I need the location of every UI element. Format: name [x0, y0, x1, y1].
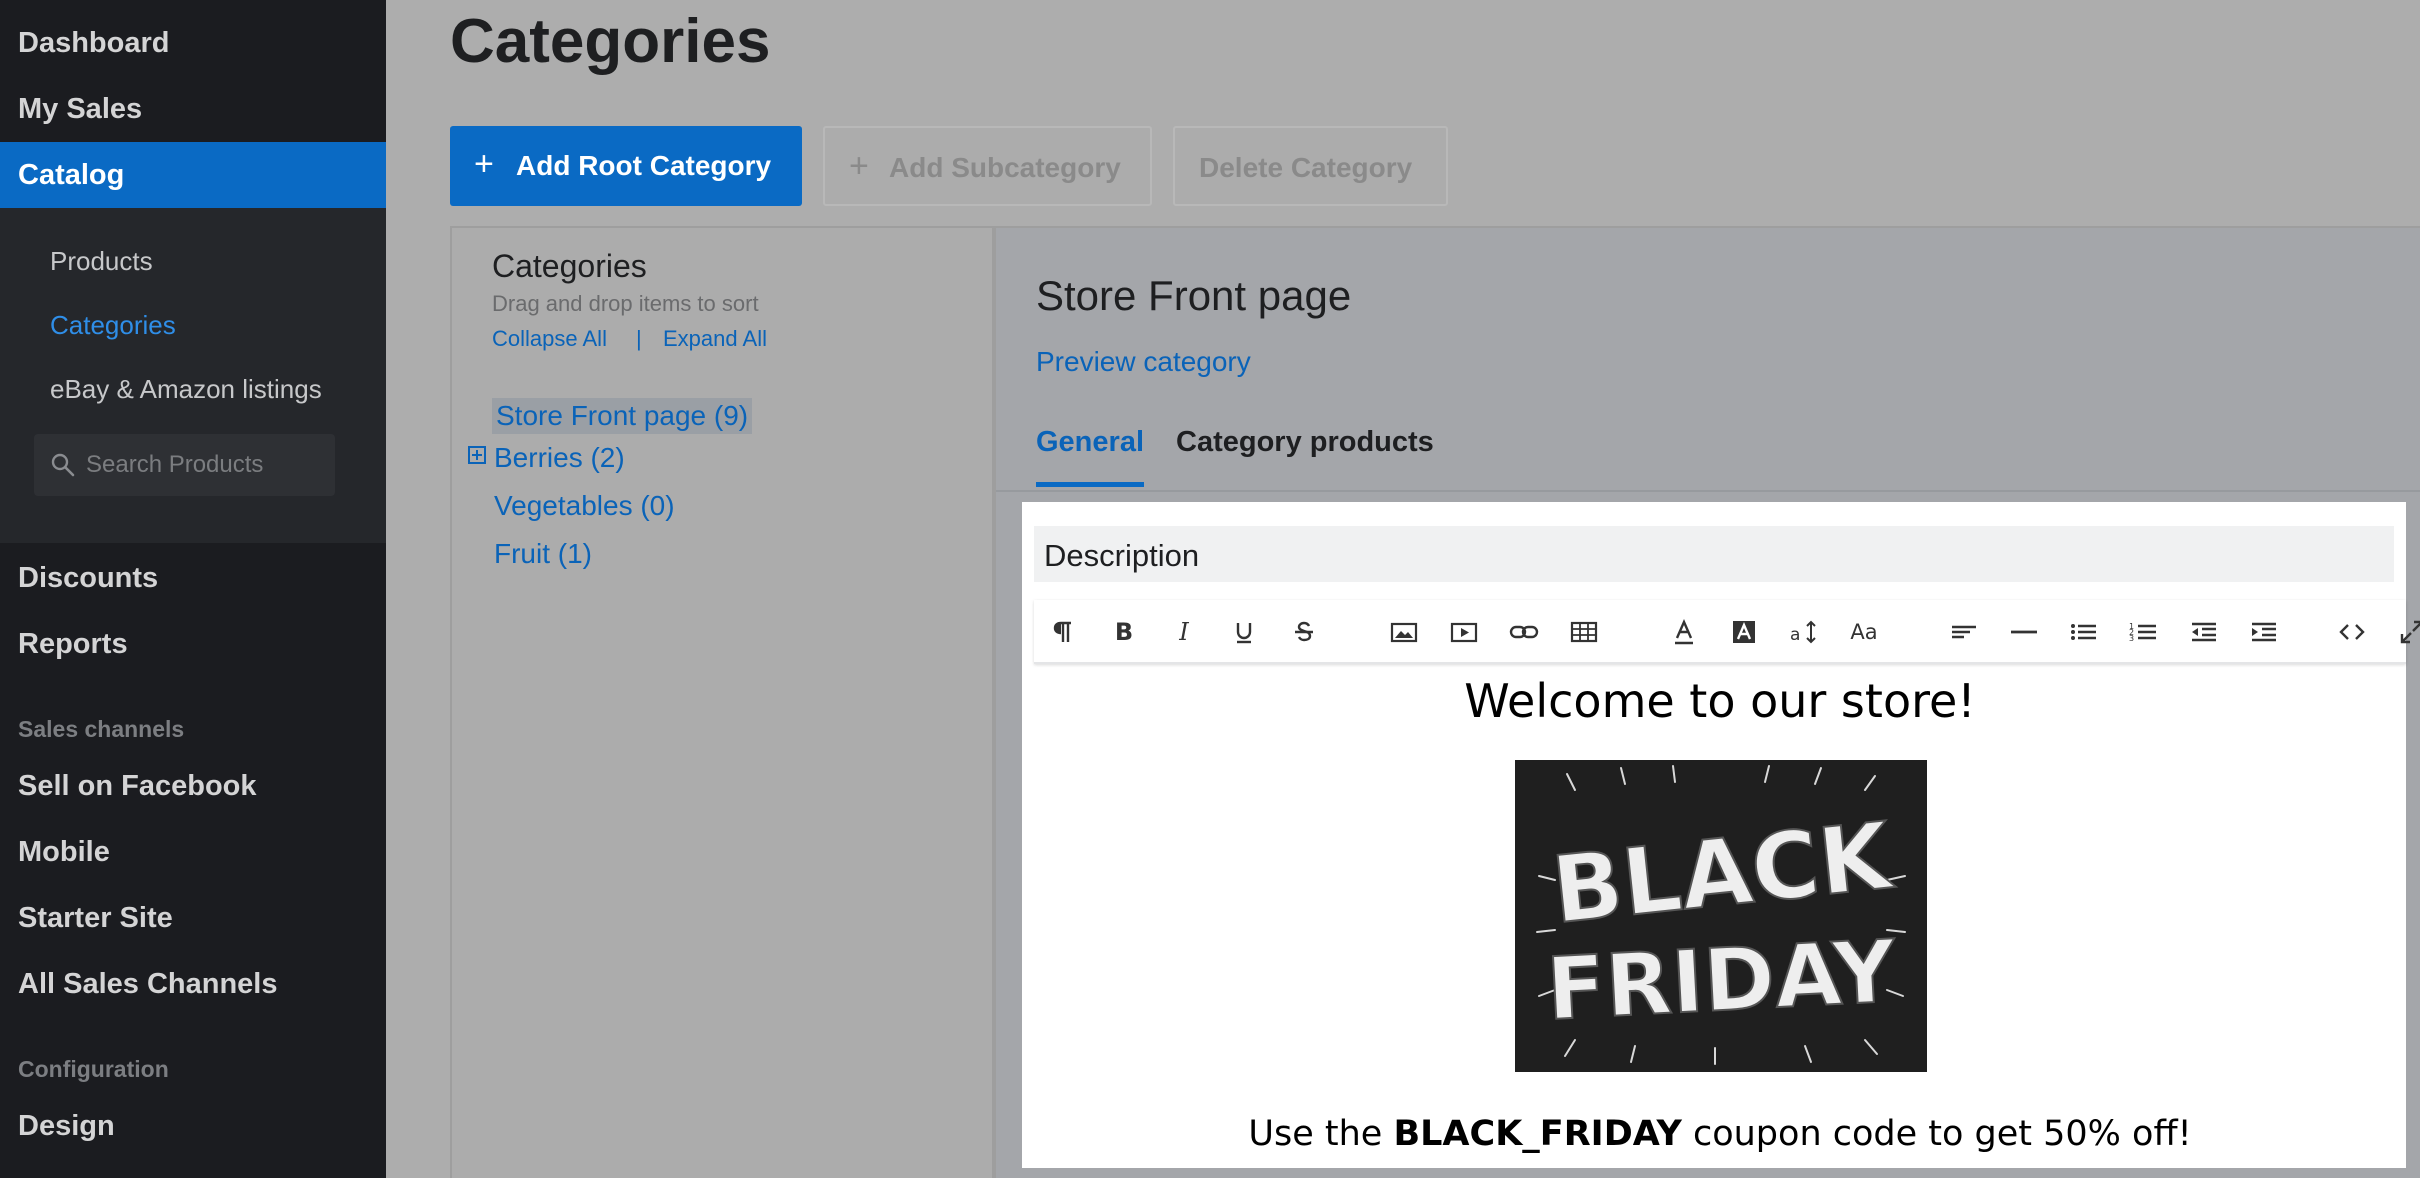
nav-sell-on-facebook[interactable]: Sell on Facebook [18, 770, 257, 803]
categories-panel: Categories Drag and drop items to sort C… [450, 226, 994, 1178]
nav-mobile[interactable]: Mobile [18, 836, 110, 869]
link-separator: | [636, 326, 642, 351]
nav-design[interactable]: Design [18, 1110, 115, 1143]
tree-item-berries[interactable]: Berries (2) [494, 442, 625, 474]
add-root-category-label: Add Root Category [516, 150, 772, 181]
nav-products[interactable]: Products [50, 246, 153, 277]
expand-all-link[interactable]: Expand All [663, 326, 767, 352]
image-icon[interactable] [1388, 616, 1420, 648]
nav-catalog-label: Catalog [18, 159, 125, 191]
link-icon[interactable] [1508, 616, 1540, 648]
bold-icon[interactable]: B [1108, 616, 1140, 648]
numbered-list-icon[interactable]: 123 [2128, 616, 2160, 648]
categories-hint: Drag and drop items to sort [492, 291, 759, 316]
coupon-prefix: Use the [1248, 1114, 1394, 1154]
coupon-code: BLACK_FRIDAY [1393, 1114, 1682, 1154]
svg-text:a: a [1790, 625, 1800, 645]
nav-discounts[interactable]: Discounts [18, 562, 158, 595]
align-icon[interactable] [1948, 616, 1980, 648]
preview-category-link[interactable]: Preview category [1036, 346, 1251, 378]
editor-toolbar: B I a Aa 123 [1034, 600, 2420, 664]
delete-category-button[interactable]: Delete Category [1173, 126, 1448, 206]
image-text-friday: FRIDAY [1544, 922, 1899, 1040]
table-icon[interactable] [1568, 616, 1600, 648]
add-subcategory-button[interactable]: + Add Subcategory [823, 126, 1152, 206]
sidebar: Dashboard My Sales Catalog Products Cate… [0, 0, 386, 1178]
outdent-icon[interactable] [2188, 616, 2220, 648]
underline-icon[interactable] [1228, 616, 1260, 648]
code-view-icon[interactable] [2336, 616, 2368, 648]
category-title: Store Front page [1036, 272, 1352, 319]
welcome-heading: Welcome to our store! [1464, 674, 1976, 728]
categories-heading: Categories [492, 248, 647, 284]
black-friday-image: BLACK FRIDAY [1515, 760, 1927, 1072]
tree-item-vegetables[interactable]: Vegetables (0) [494, 490, 675, 522]
plus-icon: + [474, 145, 494, 183]
editor-content[interactable]: Welcome to our store! BLACK FRIDAY Use t… [1034, 666, 2406, 1168]
add-root-category-button[interactable]: + Add Root Category [450, 126, 802, 206]
delete-category-label: Delete Category [1199, 152, 1413, 183]
svg-text:3: 3 [2129, 634, 2134, 643]
strikethrough-icon[interactable] [1288, 616, 1320, 648]
nav-all-sales-channels[interactable]: All Sales Channels [18, 968, 278, 1001]
plus-icon: + [849, 147, 869, 185]
search-placeholder: Search Products [86, 451, 264, 478]
nav-dashboard[interactable]: Dashboard [18, 27, 169, 60]
fullscreen-icon[interactable] [2396, 616, 2420, 648]
description-editor-card: Description B I a Aa 123 Welcome to our … [1022, 502, 2420, 1168]
search-products-input[interactable]: Search Products [34, 434, 335, 496]
tree-item-fruit[interactable]: Fruit (1) [494, 538, 592, 570]
horizontal-rule-icon[interactable] [2008, 616, 2040, 648]
tree-item-store-front[interactable]: Store Front page (9) [492, 398, 753, 434]
tab-general[interactable]: General [1036, 426, 1144, 487]
description-label: Description [1044, 538, 1200, 573]
font-size-icon[interactable]: a [1788, 616, 1820, 648]
font-color-icon[interactable] [1668, 616, 1700, 648]
expand-plus-icon[interactable] [468, 446, 486, 464]
coupon-suffix: coupon code to get 50% off! [1681, 1114, 2192, 1154]
section-sales-channels: Sales channels [18, 716, 185, 742]
nav-categories[interactable]: Categories [50, 310, 176, 341]
page-title: Categories [450, 7, 771, 76]
nav-starter-site[interactable]: Starter Site [18, 902, 173, 935]
description-header: Description [1034, 526, 2394, 582]
bullet-list-icon[interactable] [2068, 616, 2100, 648]
tab-category-products[interactable]: Category products [1176, 426, 1434, 459]
paragraph-icon[interactable] [1048, 616, 1080, 648]
nav-ebay-amazon[interactable]: eBay & Amazon listings [50, 374, 322, 405]
search-icon [51, 453, 75, 477]
nav-my-sales[interactable]: My Sales [18, 93, 142, 126]
indent-icon[interactable] [2248, 616, 2280, 648]
tabs-divider [996, 490, 2420, 492]
coupon-text: Use the BLACK_FRIDAY coupon code to get … [1034, 1114, 2406, 1154]
nav-catalog[interactable]: Catalog [0, 142, 386, 208]
italic-icon[interactable]: I [1168, 616, 1200, 648]
black-friday-graphic: BLACK FRIDAY [1515, 760, 1927, 1072]
nav-reports[interactable]: Reports [18, 628, 128, 661]
background-color-icon[interactable] [1728, 616, 1760, 648]
section-configuration: Configuration [18, 1056, 169, 1082]
font-family-icon[interactable]: Aa [1848, 616, 1880, 648]
collapse-all-link[interactable]: Collapse All [492, 326, 607, 352]
add-subcategory-label: Add Subcategory [889, 152, 1121, 183]
video-icon[interactable] [1448, 616, 1480, 648]
